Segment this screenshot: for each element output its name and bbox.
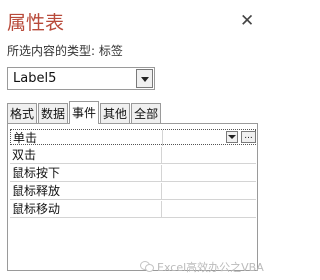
tab-event[interactable]: 事件 bbox=[69, 101, 100, 124]
close-icon[interactable]: ✕ bbox=[240, 13, 254, 30]
property-name: 鼠标移动 bbox=[12, 201, 162, 217]
watermark: Excel高效办公之VBA bbox=[140, 259, 264, 275]
builder-button[interactable]: ... bbox=[241, 131, 256, 143]
property-value[interactable] bbox=[162, 183, 256, 199]
property-sheet-title: 属性表 bbox=[7, 12, 65, 34]
property-row-on-mouse-move[interactable]: 鼠标移动 bbox=[10, 201, 256, 218]
property-row-on-mouse-up[interactable]: 鼠标释放 bbox=[10, 183, 256, 200]
property-tabs: 格式 数据 事件 其他 全部 bbox=[7, 101, 162, 124]
property-name: 鼠标按下 bbox=[12, 165, 162, 181]
property-value[interactable] bbox=[162, 201, 256, 217]
property-name: 双击 bbox=[12, 147, 162, 163]
property-name: 鼠标释放 bbox=[12, 183, 162, 199]
tab-other[interactable]: 其他 bbox=[100, 103, 131, 124]
property-value[interactable] bbox=[162, 147, 256, 163]
ellipsis-icon: ... bbox=[244, 131, 253, 141]
property-row-on-click[interactable]: 单击 ... bbox=[10, 129, 257, 146]
property-value[interactable] bbox=[162, 165, 256, 181]
selection-type-label: 所选内容的类型: 标签 bbox=[7, 44, 123, 58]
property-row-on-mouse-down[interactable]: 鼠标按下 bbox=[10, 165, 256, 182]
row-dropdown-button[interactable] bbox=[226, 131, 238, 143]
chevron-down-icon bbox=[228, 135, 236, 139]
tab-format[interactable]: 格式 bbox=[7, 103, 38, 124]
object-selector-dropdown-button[interactable] bbox=[136, 69, 153, 88]
property-value[interactable]: ... bbox=[163, 130, 257, 146]
watermark-text: Excel高效办公之VBA bbox=[157, 261, 264, 274]
tab-all[interactable]: 全部 bbox=[131, 103, 162, 124]
wechat-icon bbox=[140, 261, 154, 272]
tab-data[interactable]: 数据 bbox=[38, 103, 69, 124]
object-selector-value: Label5 bbox=[13, 71, 57, 86]
property-name: 单击 bbox=[13, 130, 163, 146]
property-row-on-dbl-click[interactable]: 双击 bbox=[10, 147, 256, 164]
object-selector[interactable]: Label5 bbox=[7, 67, 155, 90]
property-grid: 单击 ... 双击 鼠标按下 鼠标释放 鼠标移动 bbox=[7, 123, 258, 271]
chevron-down-icon bbox=[141, 77, 149, 82]
